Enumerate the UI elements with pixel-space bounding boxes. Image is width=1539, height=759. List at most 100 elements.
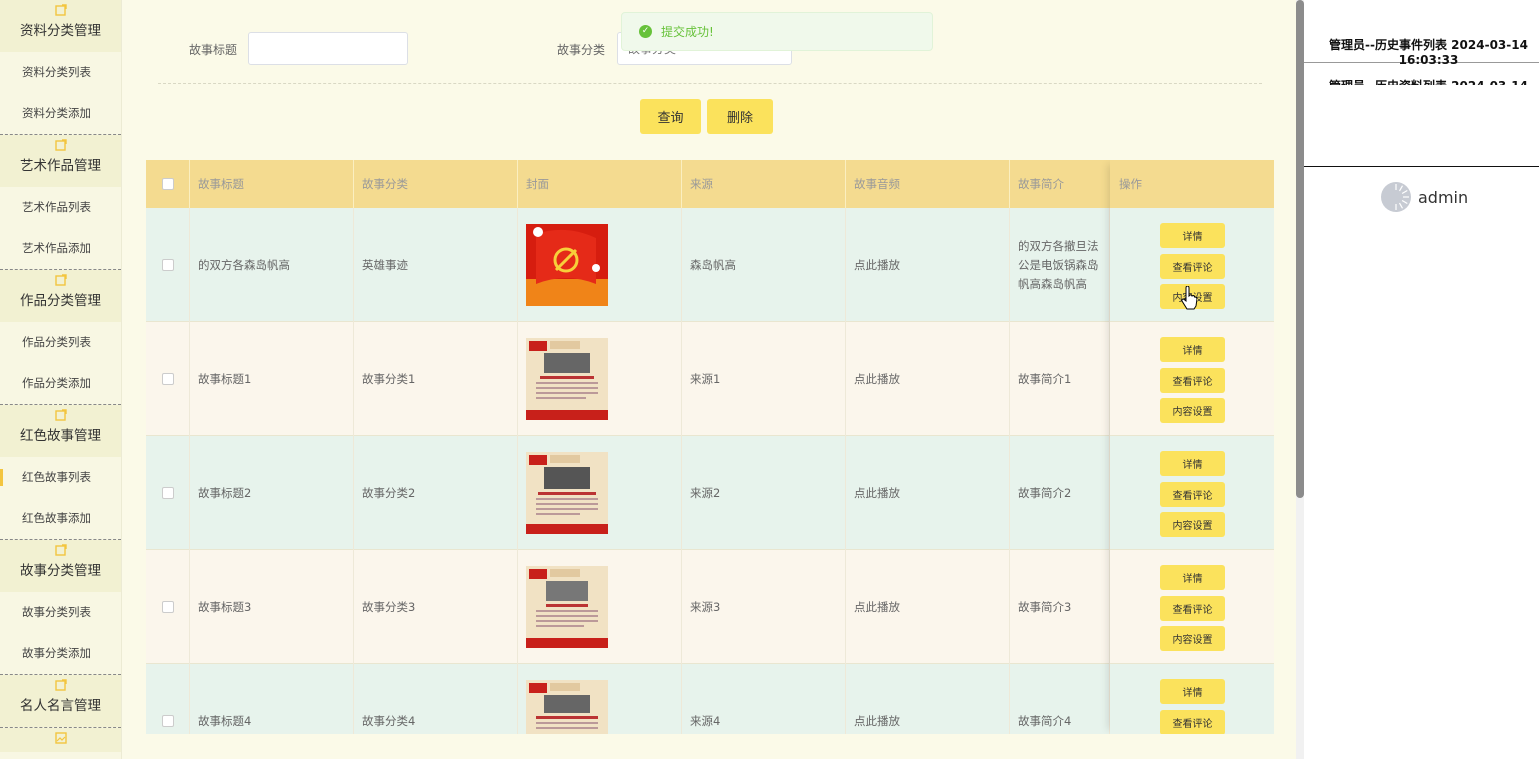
cover-image-history-card[interactable]: [526, 680, 608, 734]
divider: [158, 83, 1262, 84]
view-comments-button[interactable]: 查看评论: [1160, 368, 1225, 393]
sidebar-item-work-category-list[interactable]: 作品分类列表: [0, 322, 121, 363]
sidebar-item-material-category-add[interactable]: 资料分类添加: [0, 93, 121, 134]
cell-category: 故事分类1: [354, 322, 518, 436]
menu-title: 作品分类管理: [20, 293, 101, 309]
content-settings-button[interactable]: 内容设置: [1160, 626, 1225, 651]
username: admin: [1418, 187, 1469, 207]
operation-column: 操作 详情 查看评论 内容设置 详情 查看评论 内容设置 详情 查看评论 内容设…: [1110, 160, 1274, 734]
menu-head-quotes[interactable]: 名人名言管理: [0, 675, 121, 727]
query-button[interactable]: 查询: [640, 99, 701, 134]
col-cover[interactable]: 封面: [518, 160, 682, 208]
cell-intro: 故事简介4: [1010, 664, 1110, 734]
detail-button[interactable]: 详情: [1160, 451, 1225, 476]
menu-group-quotes: 名人名言管理: [0, 675, 121, 728]
cell-title: 的双方各森岛帆高: [190, 208, 354, 322]
edit-icon: [54, 544, 67, 556]
menu-title: 资料分类管理: [20, 23, 101, 39]
vertical-scrollbar[interactable]: [1296, 0, 1304, 759]
col-category[interactable]: 故事分类: [354, 160, 518, 208]
edit-icon: [54, 4, 67, 16]
row-check-cell: [146, 664, 190, 734]
menu-head-story-category[interactable]: 故事分类管理: [0, 540, 121, 592]
row-checkbox[interactable]: [161, 259, 174, 271]
menu-title: 红色故事管理: [20, 428, 101, 444]
view-comments-button[interactable]: 查看评论: [1160, 254, 1225, 279]
view-comments-button[interactable]: 查看评论: [1160, 710, 1225, 734]
row-checkbox[interactable]: [161, 601, 174, 613]
cover-image-history-card[interactable]: [526, 338, 608, 420]
detail-button[interactable]: 详情: [1160, 565, 1225, 590]
content-settings-button[interactable]: 内容设置: [1160, 398, 1225, 423]
sidebar-item-art-works-add[interactable]: 艺术作品添加: [0, 228, 121, 269]
row-check-cell: [146, 322, 190, 436]
hand-cursor-icon: [1181, 286, 1197, 310]
sidebar-item-red-story-list[interactable]: 红色故事列表: [0, 457, 121, 498]
detail-button[interactable]: 详情: [1160, 679, 1225, 704]
col-source[interactable]: 来源: [682, 160, 846, 208]
scrollbar-thumb[interactable]: [1296, 0, 1304, 498]
cell-audio-play[interactable]: 点此播放: [846, 322, 1010, 436]
story-category-label: 故事分类: [557, 43, 606, 57]
menu-head-work-category[interactable]: 作品分类管理: [0, 270, 121, 322]
sidebar-item-story-category-list[interactable]: 故事分类列表: [0, 592, 121, 633]
row-checkbox[interactable]: [161, 373, 174, 385]
main-content: 故事标题 故事分类 查询 删除 故事标题 故事分类 封面 来源 故事音频 故事简…: [122, 0, 1300, 759]
cell-audio-play[interactable]: 点此播放: [846, 550, 1010, 664]
cell-source: 来源4: [682, 664, 846, 734]
edit-icon: [54, 139, 67, 151]
story-title-label: 故事标题: [189, 43, 238, 57]
sidebar-item-art-works-list[interactable]: 艺术作品列表: [0, 187, 121, 228]
cell-intro: 故事简介3: [1010, 550, 1110, 664]
menu-group-work-category: 作品分类管理 作品分类列表 作品分类添加: [0, 270, 121, 405]
cell-source: 来源3: [682, 550, 846, 664]
cell-audio-play[interactable]: 点此播放: [846, 664, 1010, 734]
cover-image-history-card[interactable]: [526, 566, 608, 648]
history-item[interactable]: 管理员--历史事件列表 2024-03-14 16:03:33: [1304, 0, 1539, 67]
edit-icon: [54, 679, 67, 691]
cell-audio-play[interactable]: 点此播放: [846, 436, 1010, 550]
row-checkbox[interactable]: [161, 487, 174, 499]
detail-button[interactable]: 详情: [1160, 223, 1225, 248]
menu-group-red-story: 红色故事管理 红色故事列表 红色故事添加: [0, 405, 121, 540]
menu-title: 故事分类管理: [20, 563, 101, 579]
col-audio[interactable]: 故事音频: [846, 160, 1010, 208]
sidebar-item-work-category-add[interactable]: 作品分类添加: [0, 363, 121, 404]
menu-head-red-story[interactable]: 红色故事管理: [0, 405, 121, 457]
cell-title: 故事标题1: [190, 322, 354, 436]
check-circle-icon: ✓: [639, 25, 652, 38]
cell-category: 故事分类4: [354, 664, 518, 734]
sidebar-item-story-category-add[interactable]: 故事分类添加: [0, 633, 121, 674]
cover-image-party-flag[interactable]: [526, 224, 608, 306]
image-icon: [54, 732, 67, 744]
delete-button[interactable]: 删除: [707, 99, 773, 134]
sidebar-item-red-story-add[interactable]: 红色故事添加: [0, 498, 121, 539]
row-checkbox[interactable]: [161, 715, 174, 727]
user-info[interactable]: admin: [1380, 181, 1468, 213]
menu-head-next[interactable]: [0, 728, 121, 752]
cell-audio-play[interactable]: 点此播放: [846, 208, 1010, 322]
cell-intro: 故事简介1: [1010, 322, 1110, 436]
sidebar-item-material-category-list[interactable]: 资料分类列表: [0, 52, 121, 93]
row-check-cell: [146, 208, 190, 322]
cell-category: 故事分类2: [354, 436, 518, 550]
menu-head-art-works[interactable]: 艺术作品管理: [0, 135, 121, 187]
history-list: 管理员--历史事件列表 2024-03-14 16:03:33 管理员--历史资…: [1304, 0, 1539, 85]
cell-intro: 的双方各撤旦法公是电饭锅森岛帆高森岛帆高: [1010, 208, 1110, 322]
edit-icon: [54, 274, 67, 286]
view-comments-button[interactable]: 查看评论: [1160, 482, 1225, 507]
table-row: 故事标题3 故事分类3 来源3 点此播放 故事简介3: [146, 550, 1274, 664]
success-toast: ✓ 提交成功!: [621, 12, 933, 51]
menu-head-material-category[interactable]: 资料分类管理: [0, 0, 121, 52]
content-settings-button[interactable]: 内容设置: [1160, 512, 1225, 537]
op-cell: 详情 查看评论 内容设置: [1110, 436, 1274, 550]
row-check-cell: [146, 550, 190, 664]
view-comments-button[interactable]: 查看评论: [1160, 596, 1225, 621]
table-row: 故事标题1 故事分类1 来源1 点此播放 故事简介1: [146, 322, 1274, 436]
cell-title: 故事标题3: [190, 550, 354, 664]
cover-image-history-card[interactable]: [526, 452, 608, 534]
col-title[interactable]: 故事标题: [190, 160, 354, 208]
select-all-checkbox[interactable]: [161, 178, 174, 190]
detail-button[interactable]: 详情: [1160, 337, 1225, 362]
story-title-input[interactable]: [248, 32, 408, 65]
